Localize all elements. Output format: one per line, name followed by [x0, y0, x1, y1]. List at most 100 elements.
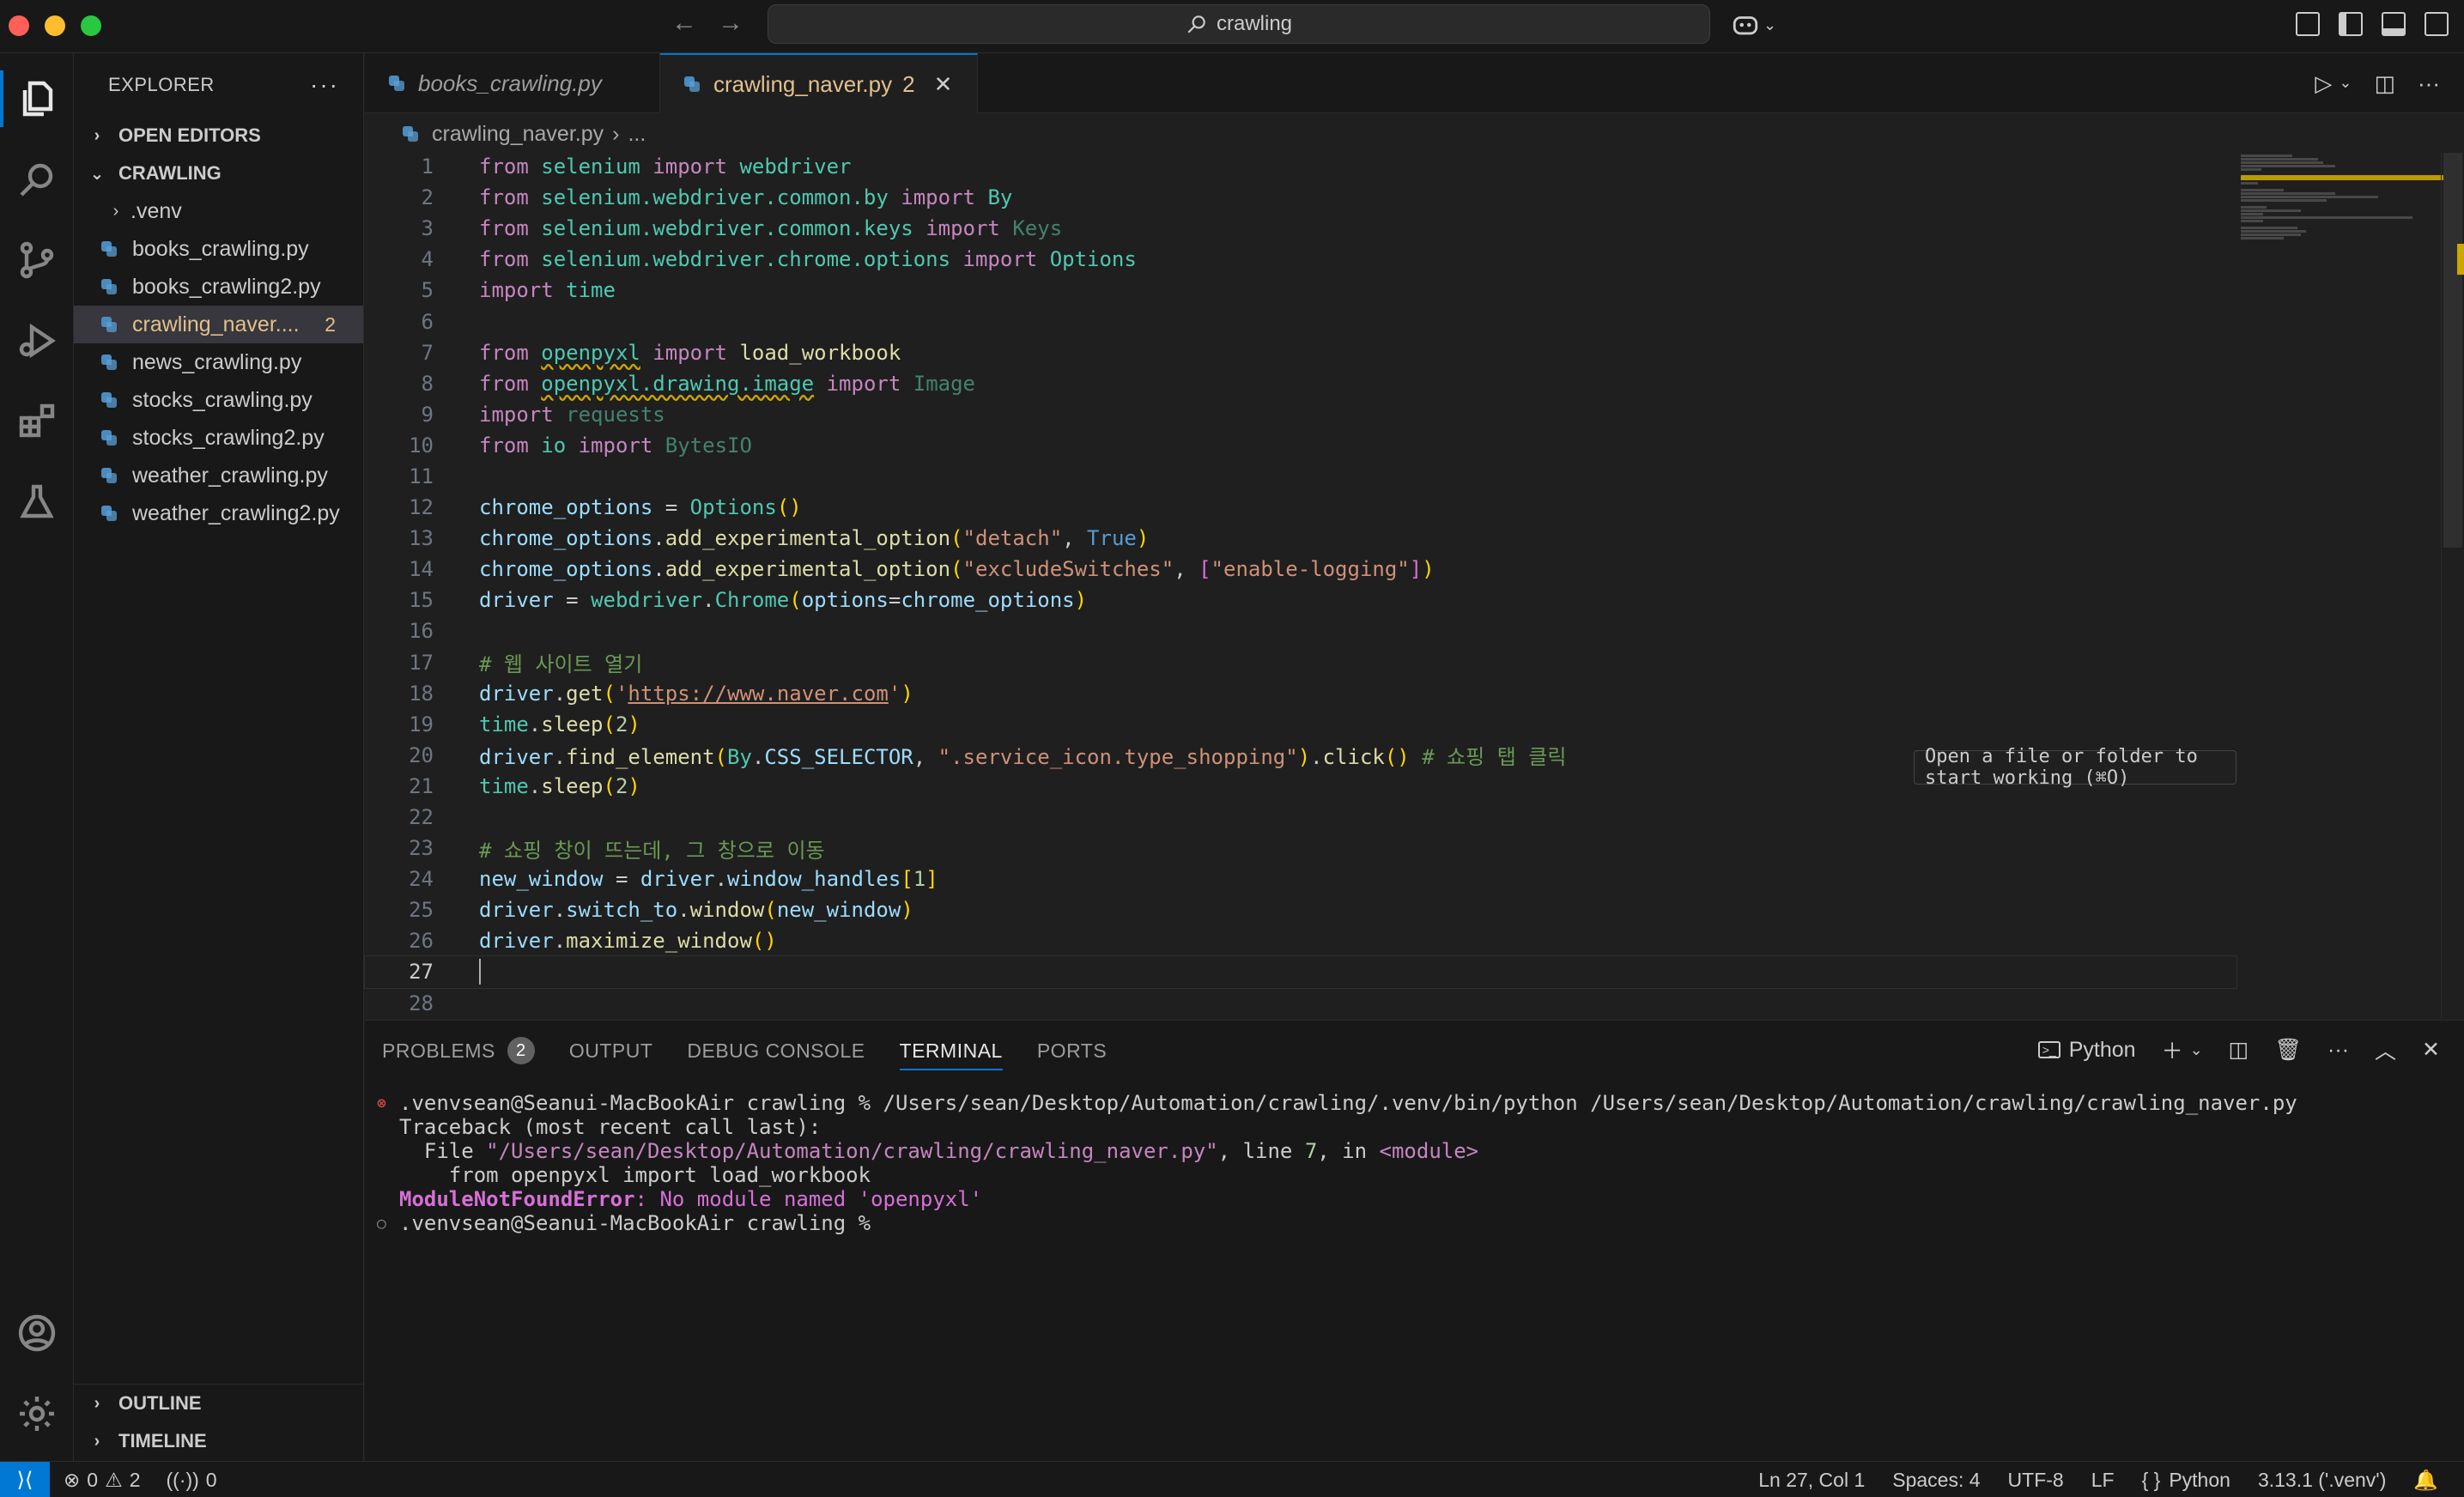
hover-tooltip: Open a file or folder to start working (…	[1914, 746, 2236, 789]
crawling-folder-section[interactable]: ⌄ CRAWLING	[74, 155, 363, 192]
outline-section[interactable]: › OUTLINE	[74, 1385, 364, 1422]
accounts-activity[interactable]	[0, 1296, 74, 1370]
run-debug-activity[interactable]	[0, 304, 74, 378]
tab-problems[interactable]: PROBLEMS 2	[365, 1021, 552, 1081]
run-python-file-icon[interactable]: ▷	[2315, 70, 2332, 97]
maximize-panel-icon[interactable]: ︿	[2375, 1034, 2396, 1065]
testing-activity[interactable]	[0, 465, 74, 539]
prompt-marker-icon: ○	[377, 1214, 386, 1233]
more-actions-icon[interactable]: ···	[2418, 70, 2440, 97]
breadcrumb-file[interactable]: crawling_naver.py	[432, 122, 604, 147]
error-marker-icon: ⊗	[377, 1094, 386, 1112]
remote-indicator[interactable]: ⟩⟨	[0, 1462, 50, 1497]
code-line: driver = webdriver.Chrome(options=chrome…	[479, 588, 1088, 613]
ports-status[interactable]: ((·)) 0	[167, 1469, 217, 1492]
terminal-text: , line	[1217, 1139, 1305, 1163]
extensions-activity[interactable]	[0, 385, 74, 458]
account-icon	[18, 1314, 56, 1352]
tab-output[interactable]: OUTPUT	[552, 1021, 671, 1081]
explorer-activity[interactable]	[0, 62, 74, 136]
maximize-window-button[interactable]	[81, 15, 101, 36]
toggle-primary-sidebar-icon[interactable]	[2339, 12, 2363, 36]
tree-item-news-crawling[interactable]: news_crawling.py	[74, 343, 363, 381]
customize-layout-icon[interactable]	[2296, 12, 2320, 36]
close-window-button[interactable]	[9, 15, 29, 36]
trash-icon[interactable]: 🗑	[2274, 1038, 2302, 1063]
terminal-error-name: ModuleNotFoundError	[399, 1187, 635, 1211]
manage-activity[interactable]	[0, 1377, 74, 1451]
toggle-panel-icon[interactable]	[2382, 12, 2406, 36]
code-line: driver.maximize_window()	[479, 929, 777, 954]
copilot-icon	[1733, 16, 1758, 35]
indentation-status[interactable]: Spaces: 4	[1892, 1469, 1980, 1492]
forward-arrow-icon[interactable]: →	[718, 9, 743, 38]
activity-bar	[0, 53, 74, 1461]
cursor-position[interactable]: Ln 27, Col 1	[1758, 1469, 1865, 1492]
close-icon[interactable]: ✕	[934, 71, 953, 98]
tree-item-weather-crawling[interactable]: weather_crawling.py	[74, 457, 363, 494]
braces-icon: { }	[2141, 1468, 2161, 1491]
split-editor-icon[interactable]: ◫	[2374, 70, 2395, 97]
more-actions-icon[interactable]: ···	[310, 71, 339, 99]
timeline-section[interactable]: › TIMELINE	[74, 1422, 364, 1460]
split-terminal-icon[interactable]: ◫	[2229, 1037, 2249, 1063]
code-line: chrome_options = Options()	[479, 495, 802, 520]
chevron-down-icon[interactable]: ⌄	[2339, 74, 2352, 97]
toggle-secondary-sidebar-icon[interactable]	[2425, 12, 2449, 36]
command-center-search[interactable]: crawling	[768, 4, 1710, 44]
code-line: new_window = driver.window_handles[1]	[479, 867, 938, 892]
outline-label: OUTLINE	[118, 1392, 202, 1414]
new-terminal-icon[interactable]: ＋	[2162, 1034, 2183, 1065]
minimize-window-button[interactable]	[45, 15, 65, 36]
code-line: driver.get('https://www.naver.com')	[479, 681, 913, 706]
eol-status[interactable]: LF	[2091, 1469, 2115, 1492]
timeline-label: TIMELINE	[118, 1430, 207, 1452]
tab-debug-console[interactable]: DEBUG CONSOLE	[670, 1021, 882, 1081]
tree-item-stocks-crawling[interactable]: stocks_crawling.py	[74, 381, 363, 419]
problems-status[interactable]: ⊗ 0 ⚠ 2	[64, 1469, 141, 1492]
title-bar: ← → crawling ⌄	[0, 0, 2464, 53]
source-control-activity[interactable]	[0, 223, 74, 297]
minimap[interactable]	[2237, 151, 2443, 1018]
tab-terminal[interactable]: TERMINAL	[883, 1021, 1020, 1081]
tab-label: OUTPUT	[568, 1039, 653, 1062]
tree-item-books-crawling2[interactable]: books_crawling2.py	[74, 268, 363, 306]
editor-scrollbar[interactable]	[2441, 151, 2464, 1018]
tree-item-weather-crawling2[interactable]: weather_crawling2.py	[74, 494, 363, 532]
open-editors-section[interactable]: › OPEN EDITORS	[74, 117, 363, 155]
tree-item-venv[interactable]: › .venv	[74, 192, 363, 230]
code-editor[interactable]: 1 from selenium import webdriver 2 from se…	[364, 151, 2237, 1018]
tree-item-crawling-naver[interactable]: crawling_naver.... 2	[74, 306, 363, 343]
more-actions-icon[interactable]: ···	[2327, 1038, 2349, 1063]
search-icon	[20, 163, 53, 197]
copilot-menu[interactable]: ⌄	[1731, 10, 1776, 39]
scroll-thumb[interactable]	[2443, 153, 2462, 548]
back-arrow-icon[interactable]: ←	[671, 9, 697, 38]
tab-books-crawling[interactable]: books_crawling.py	[365, 53, 660, 113]
terminal-file-link[interactable]: "/Users/sean/Desktop/Automation/crawling…	[486, 1139, 1218, 1163]
code-line: chrome_options.add_experimental_option("…	[479, 557, 1435, 582]
chevron-right-icon: ›	[612, 121, 620, 146]
language-mode[interactable]: { } Python	[2142, 1469, 2230, 1492]
tab-ports[interactable]: PORTS	[1020, 1021, 1124, 1081]
breadcrumb-symbols[interactable]: ...	[628, 122, 646, 147]
terminal-shell-selector[interactable]: >_ Python	[2037, 1037, 2136, 1063]
tab-label: TERMINAL	[899, 1039, 1003, 1062]
code-line: from openpyxl import load_workbook	[479, 340, 901, 365]
tree-item-stocks-crawling2[interactable]: stocks_crawling2.py	[74, 419, 363, 457]
chevron-down-icon: ⌄	[1763, 15, 1777, 33]
shell-label: Python	[2068, 1037, 2136, 1062]
python-interpreter[interactable]: 3.13.1 ('.venv')	[2258, 1469, 2386, 1492]
terminal-output[interactable]: ⊗ .venvsean@Seanui-MacBookAir crawling % …	[365, 1091, 2443, 1235]
tree-item-books-crawling[interactable]: books_crawling.py	[74, 230, 363, 268]
chevron-down-icon[interactable]: ⌄	[2190, 1041, 2203, 1059]
search-activity[interactable]	[0, 142, 74, 216]
encoding-status[interactable]: UTF-8	[2008, 1469, 2064, 1492]
close-icon[interactable]: ✕	[2422, 1037, 2440, 1063]
terminal-text: <module>	[1379, 1139, 1479, 1163]
code-line: import time	[479, 278, 616, 303]
tab-label: PROBLEMS	[382, 1039, 495, 1062]
bell-icon[interactable]: 🔔	[2413, 1469, 2438, 1492]
tab-crawling-naver[interactable]: crawling_naver.py 2 ✕	[660, 53, 978, 113]
tree-item-label: crawling_naver....	[132, 312, 300, 336]
